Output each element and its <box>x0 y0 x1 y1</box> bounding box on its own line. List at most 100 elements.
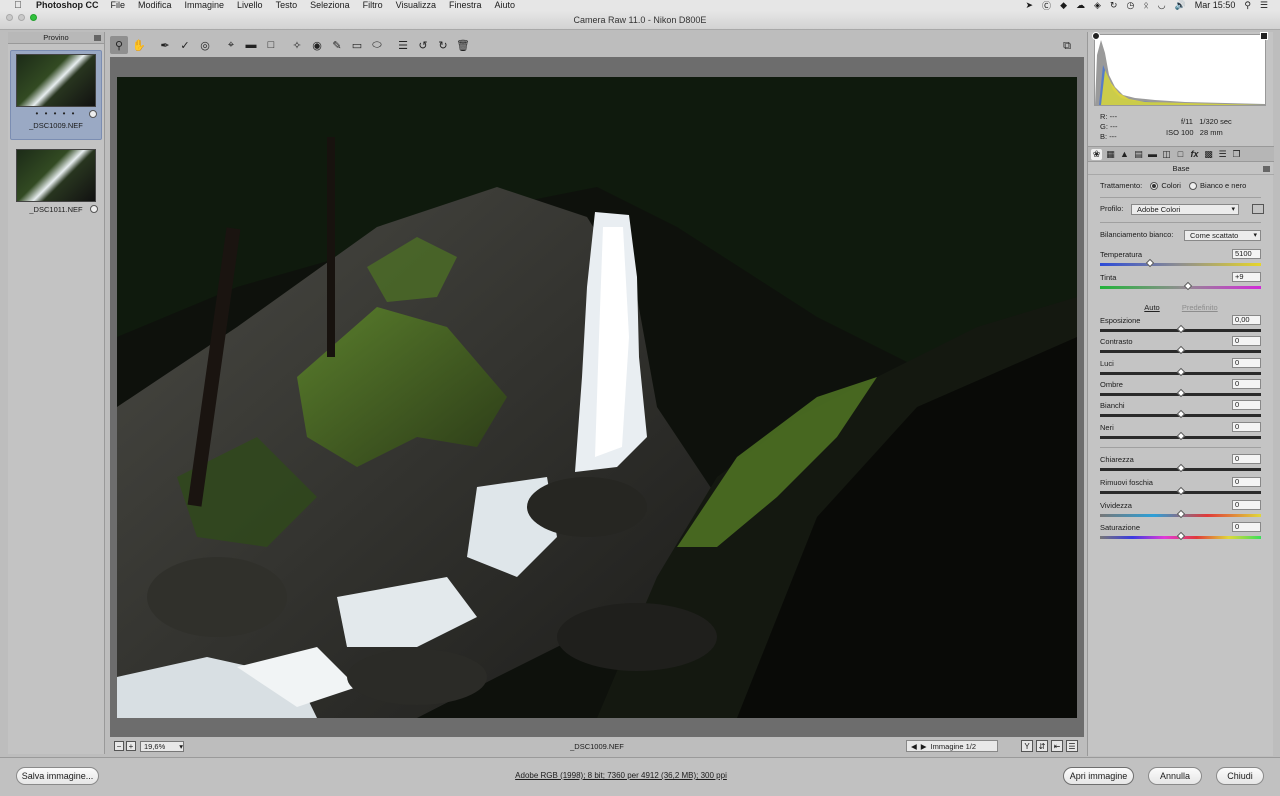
preferences-icon[interactable]: ☰ <box>394 36 412 54</box>
slider-value-input[interactable]: 0 <box>1232 477 1261 487</box>
tab-presets-icon[interactable]: ☰ <box>1217 149 1228 160</box>
slider-value-input[interactable]: 5100 <box>1232 249 1261 259</box>
close-button[interactable]: Chiudi <box>1216 767 1264 785</box>
close-window-button[interactable] <box>6 14 13 21</box>
app-menu[interactable]: Photoshop CC <box>36 0 99 10</box>
spotlight-icon[interactable]: ⚲ <box>1244 0 1251 10</box>
slider-track[interactable] <box>1100 486 1261 496</box>
profile-browser-icon[interactable] <box>1252 204 1264 214</box>
menu-visualizza[interactable]: Visualizza <box>396 0 436 10</box>
tab-hsl-icon[interactable]: ▤ <box>1133 149 1144 160</box>
menu-aiuto[interactable]: Aiuto <box>494 0 515 10</box>
white-balance-tool-icon[interactable]: ✒ <box>156 36 174 54</box>
menu-file[interactable]: File <box>111 0 126 10</box>
slider-value-input[interactable]: 0 <box>1232 522 1261 532</box>
slider-thumb[interactable] <box>1176 486 1185 496</box>
tab-snapshots-icon[interactable]: ❐ <box>1231 149 1242 160</box>
panel-menu-icon[interactable] <box>1263 166 1270 172</box>
treatment-color-radio[interactable] <box>1150 182 1159 191</box>
slider-thumb[interactable] <box>1176 345 1185 355</box>
slider-thumb[interactable] <box>1176 431 1185 441</box>
graduated-filter-icon[interactable]: ▭ <box>348 36 366 54</box>
slider-value-input[interactable]: 0 <box>1232 500 1261 510</box>
treatment-bw-radio[interactable] <box>1189 182 1198 191</box>
bluetooth-icon[interactable]: ᛟ <box>1143 0 1148 10</box>
before-after-view-button[interactable]: Y <box>1021 740 1033 752</box>
radial-filter-icon[interactable]: ⬭ <box>368 36 386 54</box>
notification-center-icon[interactable]: ☰ <box>1260 0 1268 10</box>
fullscreen-icon[interactable]: ⧉ <box>1058 37 1076 55</box>
slider-thumb[interactable] <box>1183 281 1192 291</box>
open-image-button[interactable]: Apri immagine <box>1063 767 1134 785</box>
slider-track[interactable] <box>1100 258 1261 268</box>
profile-select[interactable]: Adobe Colori ▾ <box>1131 204 1239 215</box>
rating-stars[interactable]: • • • • • <box>14 109 98 118</box>
menu-finestra[interactable]: Finestra <box>449 0 482 10</box>
crop-tool-icon[interactable]: ⌖ <box>222 36 240 54</box>
apple-icon[interactable]:  <box>0 0 36 10</box>
slider-track[interactable] <box>1100 431 1261 441</box>
transform-tool-icon[interactable]: □ <box>262 36 280 54</box>
filmstrip-item[interactable]: • • • • • _DSC1009.NEF <box>10 50 102 140</box>
slider-track[interactable] <box>1100 409 1261 419</box>
menu-filtro[interactable]: Filtro <box>363 0 383 10</box>
tab-basic-icon[interactable]: ❀ <box>1091 148 1102 160</box>
time-machine-icon[interactable]: ◷ <box>1126 0 1134 10</box>
slider-thumb[interactable] <box>1176 463 1185 473</box>
photo-preview[interactable] <box>117 77 1077 718</box>
slider-value-input[interactable]: 0 <box>1232 454 1261 464</box>
white-balance-select[interactable]: Come scattato ▾ <box>1184 230 1261 241</box>
slider-track[interactable] <box>1100 531 1261 541</box>
adjustment-brush-icon[interactable]: ✎ <box>328 36 346 54</box>
slider-thumb[interactable] <box>1176 531 1185 541</box>
trash-icon[interactable]: 🗑 <box>454 36 472 54</box>
dropbox-icon[interactable]: ◆ <box>1060 0 1067 10</box>
tab-detail-icon[interactable]: ▲ <box>1119 149 1130 160</box>
slider-value-input[interactable]: 0 <box>1232 379 1261 389</box>
clock[interactable]: Mar 15:50 <box>1195 0 1236 10</box>
slider-track[interactable] <box>1100 509 1261 519</box>
slider-value-input[interactable]: 0 <box>1232 400 1261 410</box>
slider-thumb[interactable] <box>1145 258 1155 268</box>
red-eye-tool-icon[interactable]: ◉ <box>308 36 326 54</box>
straighten-tool-icon[interactable]: ▬ <box>242 36 260 54</box>
auto-link[interactable]: Auto <box>1144 303 1159 312</box>
slider-thumb[interactable] <box>1176 509 1185 519</box>
slider-value-input[interactable]: 0 <box>1232 422 1261 432</box>
tab-transform-icon[interactable]: □ <box>1175 149 1186 160</box>
slider-value-input[interactable]: +9 <box>1232 272 1261 282</box>
slider-thumb[interactable] <box>1176 324 1185 334</box>
tab-effects-icon[interactable]: fx <box>1189 149 1200 160</box>
cloud-icon[interactable]: ☁ <box>1076 0 1085 10</box>
slider-value-input[interactable]: 0 <box>1232 336 1261 346</box>
zoom-out-button[interactable]: − <box>114 741 124 751</box>
swap-settings-icon[interactable]: ⇵ <box>1036 740 1048 752</box>
slider-track[interactable] <box>1100 345 1261 355</box>
preview-canvas[interactable] <box>110 57 1084 737</box>
zoom-level-select[interactable]: 19,6% ▾ <box>140 740 184 752</box>
menu-modifica[interactable]: Modifica <box>138 0 172 10</box>
volume-icon[interactable]: 🔊 <box>1175 0 1186 10</box>
evernote-icon[interactable]: ◈ <box>1094 0 1101 10</box>
tab-split-toning-icon[interactable]: ▬ <box>1147 149 1158 160</box>
zoom-tool-icon[interactable]: ⚲ <box>110 36 128 54</box>
workflow-options-link[interactable]: Adobe RGB (1998); 8 bit; 7360 per 4912 (… <box>0 771 1242 780</box>
color-sampler-tool-icon[interactable]: ✓ <box>176 36 194 54</box>
filmstrip-menu-icon[interactable] <box>94 35 101 41</box>
slider-value-input[interactable]: 0,00 <box>1232 315 1261 325</box>
highlight-clipping-icon[interactable] <box>1260 32 1268 40</box>
filmstrip-item[interactable]: _DSC1011.NEF <box>10 146 102 236</box>
prev-image-icon[interactable]: ◀ <box>911 742 917 751</box>
menu-testo[interactable]: Testo <box>276 0 298 10</box>
skype-icon[interactable]: Ⓒ <box>1042 0 1051 11</box>
shadow-clipping-icon[interactable] <box>1092 32 1100 40</box>
slider-track[interactable] <box>1100 281 1261 291</box>
tab-calibration-icon[interactable]: ▩ <box>1203 149 1214 160</box>
slider-track[interactable] <box>1100 463 1261 473</box>
default-link[interactable]: Predefinito <box>1182 303 1218 312</box>
slider-thumb[interactable] <box>1176 388 1185 398</box>
zoom-in-button[interactable]: + <box>126 741 136 751</box>
menu-livello[interactable]: Livello <box>237 0 263 10</box>
slider-track[interactable] <box>1100 324 1261 334</box>
spot-removal-tool-icon[interactable]: ✧ <box>288 36 306 54</box>
